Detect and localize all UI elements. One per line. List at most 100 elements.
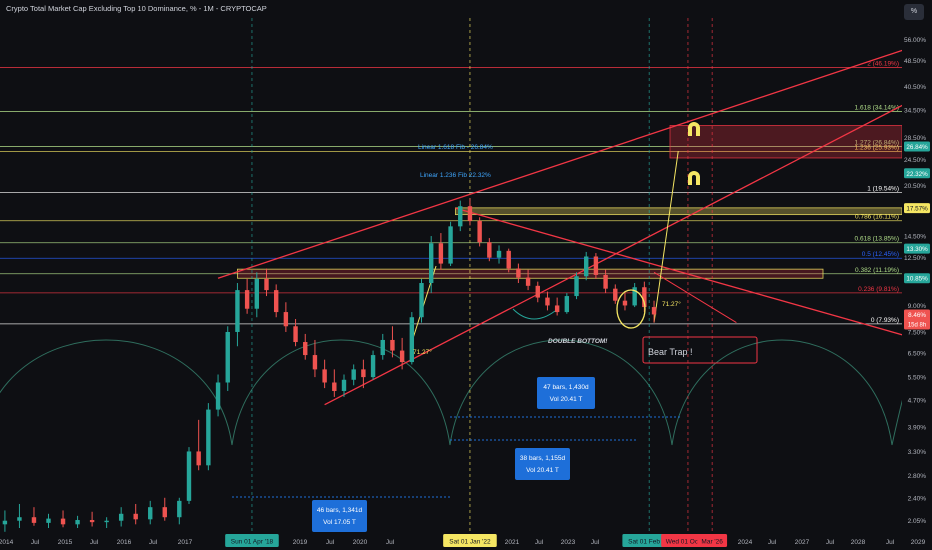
time-axis-label: Jul — [768, 539, 777, 546]
price-axis-label: 34.50% — [904, 107, 926, 114]
annotation-double-bottom: DOUBLE BOTTOM! — [548, 338, 608, 345]
candle-body — [351, 369, 356, 380]
candle-body — [75, 520, 80, 525]
time-axis-label: 2023 — [561, 539, 576, 546]
range-47-label: 47 bars, 1,430d — [543, 384, 589, 391]
price-axis-label: 3.90% — [908, 425, 927, 432]
candle-body — [2, 520, 8, 525]
range-46-box — [312, 500, 367, 532]
chart-canvas[interactable]: 2 (46.19%)1.618 (34.14%)1.272 (26.84%)1.… — [0, 0, 932, 550]
candle-body — [196, 451, 201, 466]
candle-body — [186, 451, 192, 501]
candle-body — [31, 517, 37, 523]
candle-body — [380, 339, 385, 356]
candle-body — [332, 382, 337, 391]
annotation-linear-fib-1236: Linear 1.236 Fib 22.32% — [420, 172, 491, 179]
candle-body — [564, 296, 570, 313]
time-axis-label: 2024 — [738, 539, 753, 546]
price-tag-label: 10.85% — [906, 276, 928, 283]
candle-body — [584, 256, 589, 277]
range-46-label: Vol 17.05 T — [323, 519, 356, 526]
candle-body — [206, 409, 211, 466]
candle-body — [651, 307, 657, 315]
price-tag-label: 22.32% — [906, 171, 928, 178]
candle-body — [448, 226, 453, 264]
price-axis-label: 9.00% — [908, 303, 927, 310]
range-46-label: 46 bars, 1,341d — [317, 507, 363, 514]
candle-body — [496, 250, 502, 258]
time-axis-label: Jul — [535, 539, 544, 546]
candle-body — [235, 290, 240, 332]
candle-body — [535, 285, 540, 298]
candle-body — [438, 243, 444, 264]
candle-body — [254, 278, 260, 309]
time-axis-label: Jul — [326, 539, 335, 546]
candle-body — [133, 513, 138, 520]
candle-body — [244, 290, 250, 309]
time-axis-label: 2020 — [353, 539, 368, 546]
price-axis-label: 20.50% — [904, 183, 926, 190]
candle-body — [477, 220, 482, 243]
chart-title: Crypto Total Market Cap Excluding Top 10… — [6, 4, 267, 13]
time-axis-label: 2027 — [795, 539, 810, 546]
time-axis-label: 2028 — [851, 539, 866, 546]
time-axis-label: 2014 — [0, 539, 14, 546]
price-axis-label: 3.30% — [908, 449, 927, 456]
fib-label: 0.618 (13.85%) — [855, 236, 899, 243]
time-axis-label: Jul — [591, 539, 600, 546]
candle-body — [554, 305, 560, 313]
candle-body — [487, 242, 492, 258]
range-47-label: Vol 20.41 T — [550, 396, 583, 403]
price-tag-label: 26.84% — [906, 144, 928, 151]
candle-body — [148, 507, 153, 520]
candle-body — [89, 520, 95, 523]
fib-label: 1 (19.54%) — [867, 186, 899, 193]
candle-body — [370, 355, 376, 378]
price-axis-label: 6.50% — [908, 350, 927, 357]
price-tag-sub: 15d 8h — [908, 322, 926, 328]
price-axis-label: 12.50% — [904, 255, 926, 262]
candle-body — [177, 500, 182, 518]
range-38-label: Vol 20.41 T — [526, 467, 559, 474]
candle-body — [60, 518, 66, 525]
candle-body — [312, 355, 318, 370]
fib-label: 0.382 (11.19%) — [855, 267, 899, 274]
candle-body — [419, 283, 424, 318]
price-axis-label: 2.80% — [908, 473, 927, 480]
price-tag-label: 13.30% — [906, 246, 928, 253]
resistance-zone — [455, 207, 903, 216]
price-axis-label: 56.00% — [904, 37, 926, 44]
price-axis-label: 14.50% — [904, 234, 926, 241]
candle-body — [264, 278, 269, 291]
price-tag-label: 8.46% — [908, 312, 926, 319]
candle-body — [613, 288, 618, 301]
fib-label: 0 (7.93%) — [871, 317, 899, 324]
time-axis-label: 2016 — [117, 539, 132, 546]
time-axis-label: Jul — [826, 539, 835, 546]
candle-body — [361, 369, 366, 378]
candle-body — [390, 339, 395, 351]
resistance-zone — [237, 268, 824, 279]
unit-button[interactable]: % — [904, 4, 924, 20]
date-marker-label: Sat 01 Jan '22 — [449, 539, 491, 546]
candle-body — [467, 206, 473, 221]
candle-body — [622, 300, 628, 306]
price-axis-label: 28.50% — [904, 135, 926, 142]
price-axis-label: 4.70% — [908, 397, 927, 404]
time-axis-label: Jul — [386, 539, 395, 546]
candle-body — [399, 350, 405, 363]
time-axis-label: Jul — [886, 539, 895, 546]
time-axis-label: 2029 — [911, 539, 926, 546]
candle-body — [341, 379, 347, 391]
range-38-label: 38 bars, 1,155d — [520, 455, 566, 462]
time-axis-label: 2017 — [178, 539, 193, 546]
price-tag-label: 17.57% — [906, 206, 928, 213]
annotation-bear-trap: Bear Trap ! — [648, 347, 693, 357]
date-marker-label: Mar '26 — [701, 539, 723, 546]
candle-body — [104, 520, 109, 523]
candle-body — [506, 250, 511, 269]
candle-body — [525, 277, 531, 286]
candle-body — [593, 256, 599, 275]
range-47-box — [537, 377, 595, 409]
candle-body — [603, 274, 608, 289]
